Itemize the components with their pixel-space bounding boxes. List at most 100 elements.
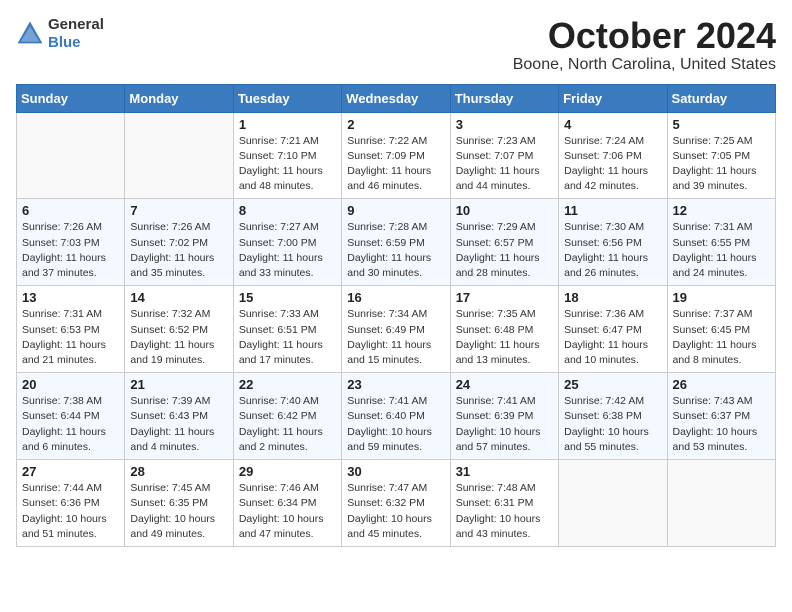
day-number: 30 bbox=[347, 464, 444, 479]
calendar-week-1: 1 Sunrise: 7:21 AM Sunset: 7:10 PM Daylig… bbox=[17, 112, 776, 199]
day-info: Sunrise: 7:21 AM Sunset: 7:10 PM Dayligh… bbox=[239, 134, 336, 195]
day-number: 12 bbox=[673, 203, 770, 218]
day-number: 1 bbox=[239, 117, 336, 132]
day-info: Sunrise: 7:45 AM Sunset: 6:35 PM Dayligh… bbox=[130, 481, 227, 542]
day-info: Sunrise: 7:38 AM Sunset: 6:44 PM Dayligh… bbox=[22, 394, 119, 455]
day-number: 15 bbox=[239, 290, 336, 305]
calendar-cell: 6Sunrise: 7:26 AM Sunset: 7:03 PM Daylig… bbox=[17, 199, 125, 286]
calendar-cell: 19 Sunrise: 7:37 AM Sunset: 6:45 PM Dayli… bbox=[667, 286, 775, 373]
page-header: General Blue October 2024 Boone, North C… bbox=[16, 16, 776, 74]
day-info: Sunrise: 7:44 AM Sunset: 6:36 PM Dayligh… bbox=[22, 481, 119, 542]
day-info: Sunrise: 7:36 AM Sunset: 6:47 PM Dayligh… bbox=[564, 307, 661, 368]
weekday-header-sunday: Sunday bbox=[17, 84, 125, 112]
day-info: Sunrise: 7:40 AM Sunset: 6:42 PM Dayligh… bbox=[239, 394, 336, 455]
calendar-cell: 16Sunrise: 7:34 AM Sunset: 6:49 PM Dayli… bbox=[342, 286, 450, 373]
day-number: 9 bbox=[347, 203, 444, 218]
calendar-cell: 3Sunrise: 7:23 AM Sunset: 7:07 PM Daylig… bbox=[450, 112, 558, 199]
day-number: 3 bbox=[456, 117, 553, 132]
day-info: Sunrise: 7:24 AM Sunset: 7:06 PM Dayligh… bbox=[564, 134, 661, 195]
day-info: Sunrise: 7:47 AM Sunset: 6:32 PM Dayligh… bbox=[347, 481, 444, 542]
day-info: Sunrise: 7:48 AM Sunset: 6:31 PM Dayligh… bbox=[456, 481, 553, 542]
day-info: Sunrise: 7:25 AM Sunset: 7:05 PM Dayligh… bbox=[673, 134, 770, 195]
day-number: 2 bbox=[347, 117, 444, 132]
day-number: 26 bbox=[673, 377, 770, 392]
day-number: 28 bbox=[130, 464, 227, 479]
day-number: 19 bbox=[673, 290, 770, 305]
location-title: Boone, North Carolina, United States bbox=[513, 56, 776, 74]
day-number: 18 bbox=[564, 290, 661, 305]
day-info: Sunrise: 7:26 AM Sunset: 7:02 PM Dayligh… bbox=[130, 220, 227, 281]
calendar-cell: 23 Sunrise: 7:41 AM Sunset: 6:40 PM Dayli… bbox=[342, 373, 450, 460]
day-number: 5 bbox=[673, 117, 770, 132]
day-number: 8 bbox=[239, 203, 336, 218]
calendar-week-3: 13 Sunrise: 7:31 AM Sunset: 6:53 PM Dayli… bbox=[17, 286, 776, 373]
calendar-week-5: 27 Sunrise: 7:44 AM Sunset: 6:36 PM Dayli… bbox=[17, 460, 776, 547]
day-number: 24 bbox=[456, 377, 553, 392]
calendar-cell: 7 Sunrise: 7:26 AM Sunset: 7:02 PM Daylig… bbox=[125, 199, 233, 286]
calendar-cell: 5 Sunrise: 7:25 AM Sunset: 7:05 PM Daylig… bbox=[667, 112, 775, 199]
day-number: 20 bbox=[22, 377, 119, 392]
day-number: 11 bbox=[564, 203, 661, 218]
day-number: 7 bbox=[130, 203, 227, 218]
calendar-cell: 22 Sunrise: 7:40 AM Sunset: 6:42 PM Dayli… bbox=[233, 373, 341, 460]
weekday-header-monday: Monday bbox=[125, 84, 233, 112]
day-number: 27 bbox=[22, 464, 119, 479]
day-info: Sunrise: 7:41 AM Sunset: 6:40 PM Dayligh… bbox=[347, 394, 444, 455]
title-block: October 2024 Boone, North Carolina, Unit… bbox=[513, 16, 776, 74]
day-info: Sunrise: 7:39 AM Sunset: 6:43 PM Dayligh… bbox=[130, 394, 227, 455]
calendar-cell: 27 Sunrise: 7:44 AM Sunset: 6:36 PM Dayli… bbox=[17, 460, 125, 547]
day-number: 23 bbox=[347, 377, 444, 392]
day-number: 21 bbox=[130, 377, 227, 392]
weekday-header-wednesday: Wednesday bbox=[342, 84, 450, 112]
calendar-cell: 9 Sunrise: 7:28 AM Sunset: 6:59 PM Daylig… bbox=[342, 199, 450, 286]
day-number: 31 bbox=[456, 464, 553, 479]
calendar-cell: 21 Sunrise: 7:39 AM Sunset: 6:43 PM Dayli… bbox=[125, 373, 233, 460]
day-info: Sunrise: 7:37 AM Sunset: 6:45 PM Dayligh… bbox=[673, 307, 770, 368]
calendar-cell: 4 Sunrise: 7:24 AM Sunset: 7:06 PM Daylig… bbox=[559, 112, 667, 199]
calendar-week-2: 6Sunrise: 7:26 AM Sunset: 7:03 PM Daylig… bbox=[17, 199, 776, 286]
day-info: Sunrise: 7:41 AM Sunset: 6:39 PM Dayligh… bbox=[456, 394, 553, 455]
calendar-cell: 2 Sunrise: 7:22 AM Sunset: 7:09 PM Daylig… bbox=[342, 112, 450, 199]
day-number: 4 bbox=[564, 117, 661, 132]
calendar-week-4: 20 Sunrise: 7:38 AM Sunset: 6:44 PM Dayli… bbox=[17, 373, 776, 460]
day-info: Sunrise: 7:29 AM Sunset: 6:57 PM Dayligh… bbox=[456, 220, 553, 281]
calendar-cell: 29Sunrise: 7:46 AM Sunset: 6:34 PM Dayli… bbox=[233, 460, 341, 547]
calendar-cell: 17Sunrise: 7:35 AM Sunset: 6:48 PM Dayli… bbox=[450, 286, 558, 373]
logo-general: General bbox=[48, 16, 104, 33]
day-number: 13 bbox=[22, 290, 119, 305]
day-info: Sunrise: 7:34 AM Sunset: 6:49 PM Dayligh… bbox=[347, 307, 444, 368]
day-info: Sunrise: 7:31 AM Sunset: 6:53 PM Dayligh… bbox=[22, 307, 119, 368]
weekday-header-row: SundayMondayTuesdayWednesdayThursdayFrid… bbox=[17, 84, 776, 112]
day-number: 29 bbox=[239, 464, 336, 479]
calendar-cell: 30 Sunrise: 7:47 AM Sunset: 6:32 PM Dayli… bbox=[342, 460, 450, 547]
logo-blue: Blue bbox=[48, 34, 81, 51]
day-info: Sunrise: 7:31 AM Sunset: 6:55 PM Dayligh… bbox=[673, 220, 770, 281]
calendar-cell: 28 Sunrise: 7:45 AM Sunset: 6:35 PM Dayli… bbox=[125, 460, 233, 547]
day-info: Sunrise: 7:35 AM Sunset: 6:48 PM Dayligh… bbox=[456, 307, 553, 368]
logo: General Blue bbox=[16, 16, 104, 52]
day-number: 10 bbox=[456, 203, 553, 218]
day-number: 25 bbox=[564, 377, 661, 392]
day-info: Sunrise: 7:28 AM Sunset: 6:59 PM Dayligh… bbox=[347, 220, 444, 281]
calendar-cell bbox=[17, 112, 125, 199]
calendar-cell bbox=[667, 460, 775, 547]
weekday-header-friday: Friday bbox=[559, 84, 667, 112]
day-info: Sunrise: 7:32 AM Sunset: 6:52 PM Dayligh… bbox=[130, 307, 227, 368]
weekday-header-thursday: Thursday bbox=[450, 84, 558, 112]
day-info: Sunrise: 7:26 AM Sunset: 7:03 PM Dayligh… bbox=[22, 220, 119, 281]
weekday-header-saturday: Saturday bbox=[667, 84, 775, 112]
calendar-cell: 10 Sunrise: 7:29 AM Sunset: 6:57 PM Dayli… bbox=[450, 199, 558, 286]
calendar-cell: 20 Sunrise: 7:38 AM Sunset: 6:44 PM Dayli… bbox=[17, 373, 125, 460]
calendar-cell: 11 Sunrise: 7:30 AM Sunset: 6:56 PM Dayli… bbox=[559, 199, 667, 286]
day-info: Sunrise: 7:30 AM Sunset: 6:56 PM Dayligh… bbox=[564, 220, 661, 281]
day-number: 22 bbox=[239, 377, 336, 392]
calendar-cell bbox=[559, 460, 667, 547]
day-number: 14 bbox=[130, 290, 227, 305]
day-info: Sunrise: 7:22 AM Sunset: 7:09 PM Dayligh… bbox=[347, 134, 444, 195]
weekday-header-tuesday: Tuesday bbox=[233, 84, 341, 112]
day-info: Sunrise: 7:43 AM Sunset: 6:37 PM Dayligh… bbox=[673, 394, 770, 455]
calendar-cell: 1 Sunrise: 7:21 AM Sunset: 7:10 PM Daylig… bbox=[233, 112, 341, 199]
calendar-cell: 13 Sunrise: 7:31 AM Sunset: 6:53 PM Dayli… bbox=[17, 286, 125, 373]
calendar-cell: 15Sunrise: 7:33 AM Sunset: 6:51 PM Dayli… bbox=[233, 286, 341, 373]
calendar-cell: 25Sunrise: 7:42 AM Sunset: 6:38 PM Dayli… bbox=[559, 373, 667, 460]
